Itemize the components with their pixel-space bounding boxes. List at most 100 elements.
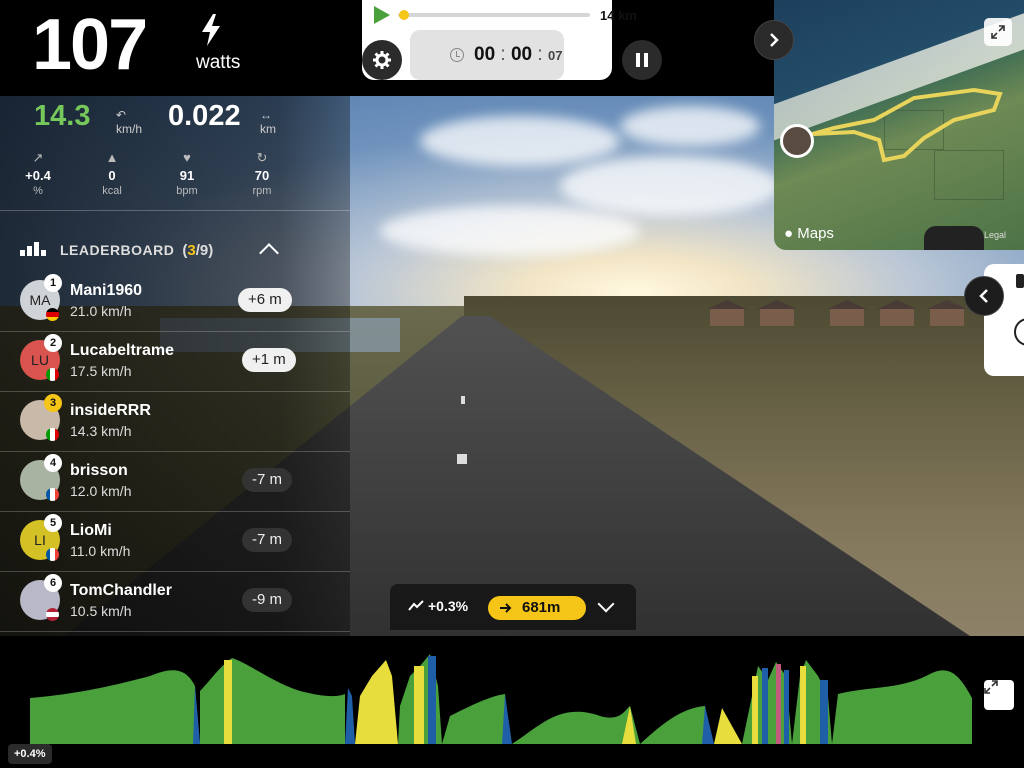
grade-stat-value: +0.4 <box>25 168 51 183</box>
rank-badge: 4 <box>44 454 62 472</box>
timer-minutes: 00 <box>510 44 533 65</box>
route-progress-bar <box>398 10 590 20</box>
rider-gap: -7 m <box>242 468 292 492</box>
clock-icon <box>450 48 464 62</box>
timer-text: 00 : 00 : 07 <box>474 44 562 66</box>
settings-button[interactable] <box>362 40 402 80</box>
cadence-stat-unit: rpm <box>252 185 272 197</box>
rider-speed: 12.0 km/h <box>70 483 132 499</box>
rider-name: TomChandler <box>70 582 172 599</box>
rider-gap: -9 m <box>242 588 292 612</box>
elevation-profile[interactable]: +0.4% <box>0 636 1024 768</box>
rider-name: Lucabeltrame <box>70 342 175 359</box>
heart-rate-stat-value: 91 <box>179 168 195 183</box>
leaderboard-row[interactable]: 6 TomChandler 10.5 km/h -9 m <box>0 572 350 632</box>
timer-separator: : <box>537 44 543 65</box>
timer-hours: 00 <box>474 44 496 65</box>
rider-name: brisson <box>70 462 128 479</box>
expand-icon <box>991 25 1005 39</box>
map-expand-button[interactable] <box>984 18 1012 46</box>
rank-badge: 3 <box>44 394 62 412</box>
bike-overlay <box>924 226 984 250</box>
leaderboard-position: (3/9) <box>182 242 213 259</box>
cadence-stat-value: 70 <box>254 168 270 183</box>
flag-usa-icon <box>46 608 59 621</box>
elapsed-timer: 00 : 00 : 07 <box>410 30 564 80</box>
leaderboard-row[interactable]: LI 5 LioMi 11.0 km/h -7 m <box>0 512 350 572</box>
rank-badge: 5 <box>44 514 62 532</box>
arrow-right-icon <box>500 603 512 613</box>
heart-rate-stat: ♥ 91 bpm <box>161 150 213 197</box>
pause-icon <box>636 53 648 67</box>
segment-distance: 681m <box>522 599 561 616</box>
pause-button[interactable] <box>622 40 662 80</box>
timer-seconds: 07 <box>547 48 563 63</box>
distance-unit: ↔ km <box>260 108 276 136</box>
power-value: 107 <box>32 5 148 85</box>
leaderboard-icon <box>20 242 50 258</box>
flag-germany-icon <box>46 308 59 321</box>
cadence-icon: ↻ <box>256 150 268 165</box>
rider-speed: 17.5 km/h <box>70 363 132 379</box>
grade-stat: ↗ +0.4 % <box>12 150 64 197</box>
chevron-left-icon <box>979 289 988 303</box>
rank-badge: 2 <box>44 334 62 352</box>
gear-icon <box>373 51 391 69</box>
leaderboard-header[interactable]: LEADERBOARD (3/9) <box>20 238 213 262</box>
map-legal-link[interactable]: Legal <box>984 230 1006 240</box>
speed-value: 14.3 <box>34 100 91 132</box>
lb-position: 3 <box>187 241 196 259</box>
segment-info[interactable]: +0.3% 681m <box>390 584 636 630</box>
battery-icon <box>1016 274 1024 288</box>
profile-expand-button[interactable] <box>984 680 1014 710</box>
rank-badge: 6 <box>44 574 62 592</box>
lb-paren-close: ) <box>208 241 214 259</box>
slope-icon <box>408 600 424 611</box>
lb-total: /9 <box>195 241 209 259</box>
rank-badge: 1 <box>44 274 62 292</box>
map-toggle-button[interactable] <box>754 20 794 60</box>
rider-name: insideRRR <box>70 402 151 419</box>
speed-icon: ↶ <box>116 108 127 122</box>
distance-value: 0.022 <box>168 100 241 132</box>
speed-unit: ↶ km/h <box>116 108 142 136</box>
chevron-right-icon <box>770 33 779 47</box>
leaderboard-row[interactable]: LU 2 Lucabeltrame 17.5 km/h +1 m <box>0 332 350 392</box>
calories-stat-value: 0 <box>108 168 116 183</box>
apple-logo-icon: ● <box>784 225 798 242</box>
calories-stat: ▲ 0 kcal <box>86 150 138 197</box>
leaderboard-row[interactable]: 4 brisson 12.0 km/h -7 m <box>0 452 350 512</box>
power-unit: watts <box>196 52 241 73</box>
grade-stat-unit: % <box>33 185 43 197</box>
slope-icon: ↗ <box>32 150 44 165</box>
flag-france-icon <box>46 488 59 501</box>
flag-france-icon <box>46 548 59 561</box>
play-icon[interactable] <box>374 6 390 24</box>
elevation-chart <box>30 654 972 744</box>
distance-unit-label: km <box>260 122 276 136</box>
leaderboard-title: LEADERBOARD <box>60 242 175 258</box>
rider-gap: -7 m <box>242 528 292 552</box>
flame-icon: ▲ <box>105 150 119 165</box>
chevron-down-icon[interactable] <box>597 595 615 613</box>
leaderboard-row[interactable]: MA 1 Mani1960 21.0 km/h +6 m <box>0 272 350 332</box>
leaderboard-row-current-user[interactable]: 3 insideRRR 14.3 km/h <box>0 392 350 452</box>
rider-speed: 21.0 km/h <box>70 303 132 319</box>
rider-position-avatar <box>780 124 814 158</box>
cadence-stat: ↻ 70 rpm <box>236 150 288 197</box>
lightning-bolt-icon <box>202 14 220 46</box>
segment-distance-badge: 681m <box>488 596 586 620</box>
timer-separator: : <box>500 44 506 65</box>
collapse-leaderboard-icon[interactable] <box>259 243 279 263</box>
side-panel-toggle-button[interactable] <box>964 276 1004 316</box>
flag-italy-icon <box>46 428 59 441</box>
segment-grade: +0.3% <box>428 598 469 614</box>
expand-icon <box>984 680 998 694</box>
rider-gap: +6 m <box>238 288 292 312</box>
stats-panel: 14.3 ↶ km/h 0.022 ↔ km ↗ +0.4 % ▲ 0 kcal ♥… <box>0 96 350 636</box>
route-total-distance: 14 km <box>600 8 637 23</box>
maps-attribution: ● Maps <box>784 225 834 242</box>
route-map[interactable]: ● Maps Legal <box>774 0 1024 250</box>
peek-circle-icon <box>1014 318 1024 346</box>
maps-label: Maps <box>797 225 834 242</box>
